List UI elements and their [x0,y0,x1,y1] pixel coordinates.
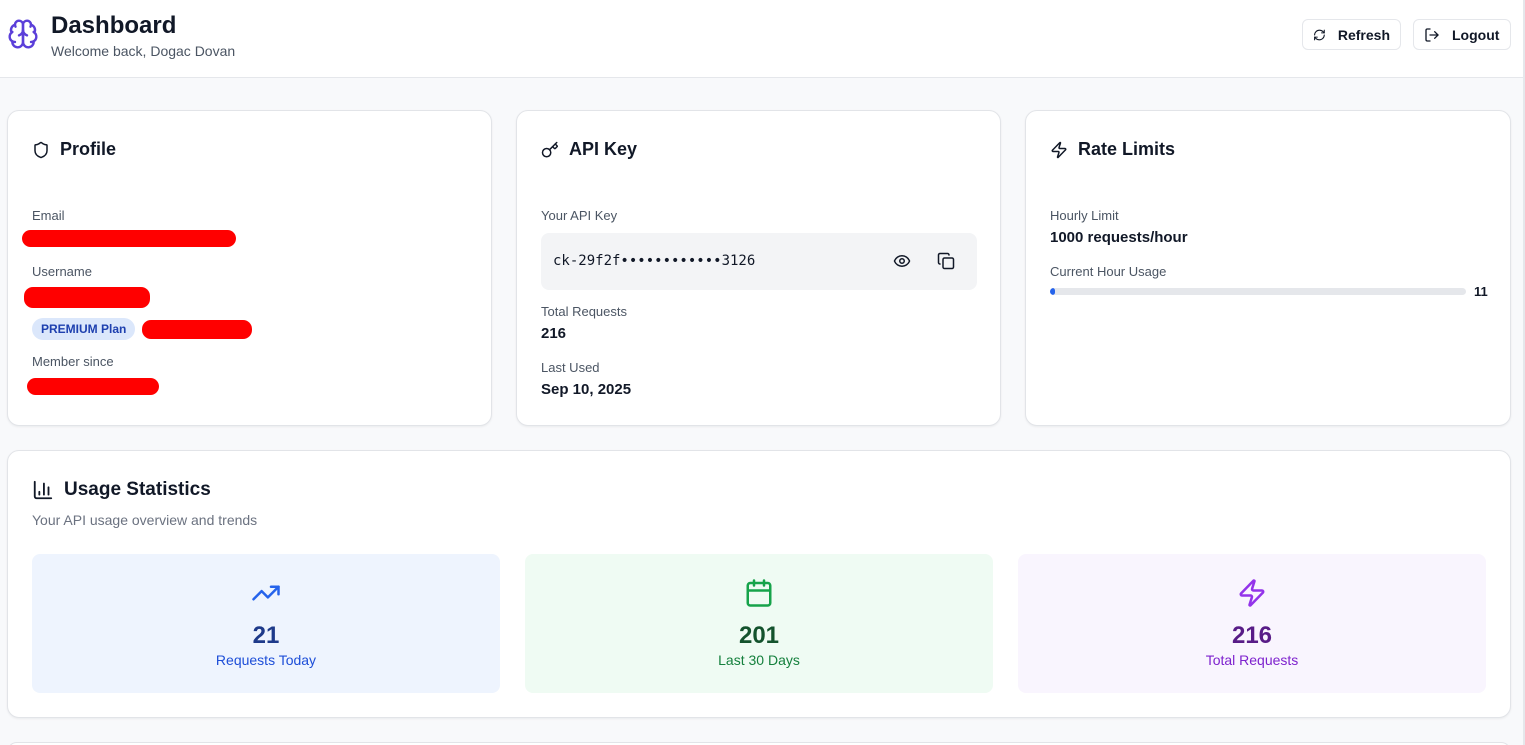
profile-card-title: Profile [32,139,116,160]
api-key-value: ck-29f2f••••••••••••3126 [553,253,756,269]
username-label: Username [32,264,92,279]
usage-progress-fill [1050,288,1055,295]
email-value-redacted [22,230,236,247]
refresh-label: Refresh [1337,26,1390,43]
stat-value: 216 [1231,622,1273,649]
total-requests-label: Total Requests [541,304,627,319]
zap-icon [1239,579,1265,607]
stat-tile-total-requests: 216 Total Requests [1018,554,1486,693]
current-usage-count: 11 [1474,284,1488,299]
profile-card: Profile Email Username PREMIUM Plan Memb… [7,110,492,426]
usage-progress-bar [1050,288,1466,295]
eye-icon[interactable] [893,252,911,270]
hourly-limit-value: 1000 requests/hour [1050,229,1188,246]
rate-limits-title: Rate Limits [1078,139,1176,159]
refresh-icon [1314,29,1325,40]
logout-icon [1425,27,1439,42]
trending-up-icon [252,585,280,601]
api-key-field: ck-29f2f••••••••••••3126 [541,233,977,290]
stat-value: 201 [738,622,780,649]
key-icon [541,141,558,157]
logout-label: Logout [1452,26,1500,43]
stat-label: Total Requests [1205,652,1299,668]
stat-label: Last 30 Days [718,652,800,668]
plan-badge: PREMIUM Plan [32,318,136,340]
stat-value: 21 [252,622,280,649]
last-used-label: Last Used [541,360,600,375]
rate-limits-card: Rate Limits Hourly Limit 1000 requests/h… [1025,110,1511,426]
member-since-value-redacted [27,378,159,395]
usage-title: Usage Statistics [64,479,211,500]
api-key-title: API Key [569,139,638,159]
welcome-message: Welcome back, Dogac Dovan [51,43,236,59]
api-key-card-title: API Key [541,139,637,160]
brain-icon [8,19,38,49]
member-since-label: Member since [32,354,114,369]
stat-label: Requests Today [215,652,317,668]
current-usage-label: Current Hour Usage [1050,264,1167,279]
shield-icon [34,141,48,158]
usage-statistics-card: Usage Statistics Your API usage overview… [7,450,1511,718]
last-used-value: Sep 10, 2025 [541,381,632,398]
logout-button[interactable]: Logout [1413,19,1511,50]
stat-tile-requests-today: 21 Requests Today [32,554,500,693]
username-value-redacted [24,287,150,308]
stat-tile-last-30-days: 201 Last 30 Days [525,554,993,693]
api-key-card: API Key Your API Key ck-29f2f•••••••••••… [516,110,1001,426]
page-title: Dashboard [51,12,177,39]
zap-icon [1051,141,1067,158]
plan-detail-redacted [142,320,252,339]
bar-chart-icon [33,480,53,500]
top-header: Dashboard Welcome back, Dogac Dovan Refr… [0,0,1525,78]
total-requests-value: 216 [541,325,567,342]
usage-card-title: Usage Statistics [32,479,211,501]
refresh-button[interactable]: Refresh [1302,19,1401,50]
calendar-icon [746,579,772,607]
email-label: Email [32,208,65,223]
rate-limits-card-title: Rate Limits [1050,139,1175,160]
profile-title: Profile [60,139,117,159]
copy-icon[interactable] [937,252,955,270]
your-api-key-label: Your API Key [541,208,618,223]
hourly-limit-label: Hourly Limit [1050,208,1119,223]
usage-subtitle: Your API usage overview and trends [32,512,258,528]
